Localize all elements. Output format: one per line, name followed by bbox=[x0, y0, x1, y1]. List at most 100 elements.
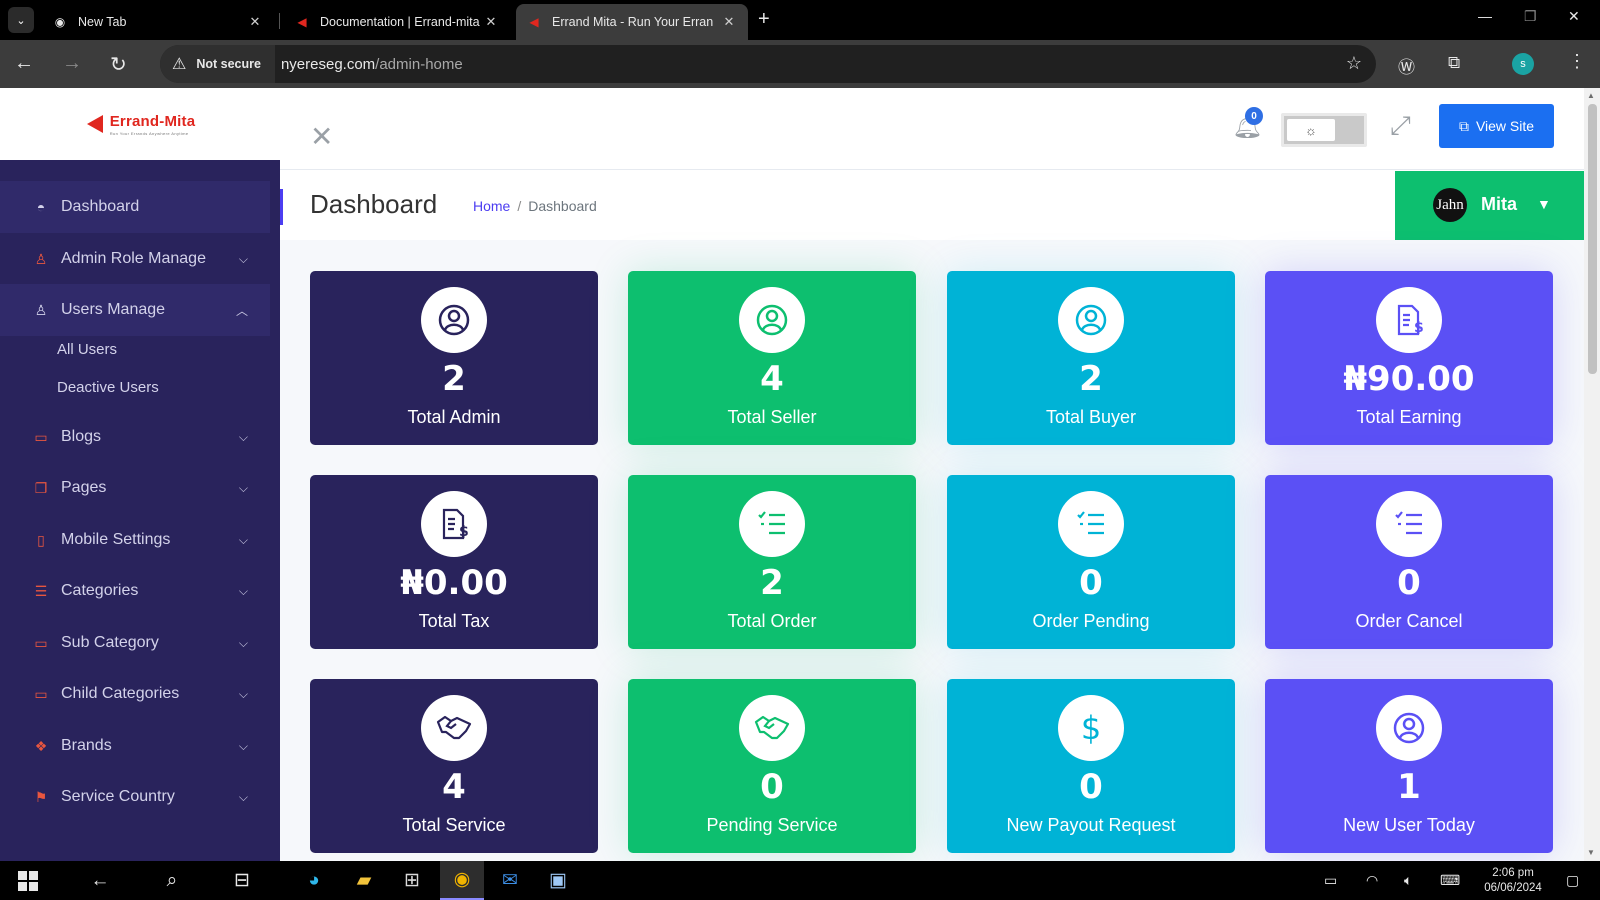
url-text[interactable]: nyereseg.com/admin-home bbox=[281, 56, 463, 73]
new-tab-plus-icon[interactable]: + bbox=[758, 8, 770, 31]
sidebar-item-dashboard[interactable]: ◓ Dashboard bbox=[0, 181, 270, 233]
external-link-icon: ⧉ bbox=[1458, 117, 1469, 134]
stat-card-total-buyer[interactable]: 2 Total Buyer bbox=[947, 271, 1235, 445]
stat-card-total-tax[interactable]: $ ₦0.00 Total Tax bbox=[310, 475, 598, 649]
errand-mita-favicon-icon: ◀ bbox=[297, 15, 307, 29]
breadcrumb-separator: / bbox=[517, 198, 522, 214]
stat-card-order-cancel[interactable]: 0 Order Cancel bbox=[1265, 475, 1553, 649]
task-view-icon[interactable]: ⊟ bbox=[220, 861, 264, 900]
sidebar-item-users-manage[interactable]: ♙ Users Manage ︿ bbox=[0, 284, 270, 336]
sidebar-item-admin-role-manage[interactable]: ♙ Admin Role Manage ⌵ bbox=[0, 233, 270, 285]
browser-menu-icon[interactable]: ⋮ bbox=[1568, 51, 1586, 72]
search-icon[interactable]: ⌕ bbox=[150, 861, 194, 900]
close-tab-icon[interactable]: ✕ bbox=[482, 14, 500, 30]
back-arrow-icon[interactable]: ← bbox=[14, 52, 34, 75]
stat-card-new-user-today[interactable]: 1 New User Today bbox=[1265, 679, 1553, 853]
scroll-up-arrow-icon[interactable]: ▲ bbox=[1587, 91, 1595, 100]
view-site-button[interactable]: ⧉ View Site bbox=[1439, 104, 1554, 148]
wifi-icon[interactable]: ◠ bbox=[1366, 872, 1378, 889]
chevron-down-icon: ⌵ bbox=[238, 583, 248, 598]
user-circle-icon bbox=[421, 287, 487, 353]
stat-card-total-earning[interactable]: $ ₦90.00 Total Earning bbox=[1265, 271, 1553, 445]
minimize-icon[interactable]: — bbox=[1478, 8, 1492, 24]
user-circle-icon bbox=[1376, 695, 1442, 761]
sidebar-item-child-categories[interactable]: ▭ Child Categories ⌵ bbox=[0, 668, 270, 720]
sidebar-item-service-country[interactable]: ⚑ Service Country ⌵ bbox=[0, 771, 270, 823]
stat-value: 2 bbox=[442, 359, 466, 399]
svg-text:$: $ bbox=[1414, 320, 1424, 336]
scroll-down-arrow-icon[interactable]: ▼ bbox=[1587, 848, 1595, 857]
stat-card-total-seller[interactable]: 4 Total Seller bbox=[628, 271, 916, 445]
file-explorer-icon[interactable]: ▰ bbox=[342, 861, 386, 900]
tab-new-tab[interactable]: ◉ New Tab ✕ bbox=[42, 4, 274, 40]
chevron-down-icon: ⌵ bbox=[238, 635, 248, 650]
sidebar-subitem-all-users[interactable]: All Users bbox=[57, 341, 117, 358]
back-arrow-icon[interactable]: ← bbox=[78, 861, 122, 900]
sidebar-item-mobile-settings[interactable]: ▯ Mobile Settings ⌵ bbox=[0, 514, 270, 566]
fullscreen-expand-icon[interactable]: ⤢ bbox=[1390, 110, 1411, 142]
sidebar-subitem-deactive-users[interactable]: Deactive Users bbox=[57, 379, 159, 396]
tab-documentation[interactable]: ◀ Documentation | Errand-mita ✕ bbox=[284, 4, 510, 40]
stat-card-total-order[interactable]: 2 Total Order bbox=[628, 475, 916, 649]
restore-icon[interactable]: ❐ bbox=[1524, 8, 1537, 25]
stat-value: 4 bbox=[442, 767, 466, 807]
window-close-icon[interactable]: ✕ bbox=[1568, 8, 1580, 25]
sidebar-item-blogs[interactable]: ▭ Blogs ⌵ bbox=[0, 411, 270, 463]
sidebar-close-icon[interactable]: ✕ bbox=[310, 120, 333, 153]
stat-card-order-pending[interactable]: 0 Order Pending bbox=[947, 475, 1235, 649]
sidebar-item-sub-category[interactable]: ▭ Sub Category ⌵ bbox=[0, 617, 270, 669]
notifications-icon[interactable]: ▢ bbox=[1566, 872, 1579, 889]
dashboard-gauge-icon: ◓ bbox=[36, 199, 46, 215]
reload-icon[interactable]: ↻ bbox=[110, 52, 127, 77]
tab-errand-mita[interactable]: ◀ Errand Mita - Run Your Erran ✕ bbox=[516, 4, 748, 40]
sidebar-item-pages[interactable]: ❐ Pages ⌵ bbox=[0, 462, 270, 514]
mail-icon[interactable]: ✉ bbox=[488, 861, 532, 900]
stat-value: 0 bbox=[1397, 563, 1421, 603]
stat-value: ₦90.00 bbox=[1343, 359, 1475, 399]
profile-avatar[interactable]: s bbox=[1512, 53, 1534, 75]
battery-icon[interactable]: ▭ bbox=[1324, 872, 1337, 889]
tab-search-chevron-icon[interactable]: ⌄ bbox=[8, 7, 34, 33]
checklist-icon bbox=[1058, 491, 1124, 557]
site-security-chip[interactable]: ⚠ Not secure bbox=[160, 45, 275, 83]
keyboard-icon[interactable]: ⌨ bbox=[1440, 872, 1460, 889]
forward-arrow-icon[interactable]: → bbox=[62, 52, 82, 75]
pages-icon: ❐ bbox=[34, 479, 48, 496]
user-menu[interactable]: Jahn Mita ▼ bbox=[1395, 171, 1584, 240]
system-clock[interactable]: 2:06 pm 06/06/2024 bbox=[1478, 866, 1548, 896]
windows-taskbar: ← ⌕ ⊟ ◕ ▰ ⊞ ◉ ✉ ▣ ▭ ◠ 🔈︎ ⌨ 2:06 pm 06/06… bbox=[0, 861, 1600, 900]
stat-card-new-payout-request[interactable]: $ 0 New Payout Request bbox=[947, 679, 1235, 853]
stat-card-pending-service[interactable]: 0 Pending Service bbox=[628, 679, 916, 853]
site-logo[interactable]: Errand-Mita Run Your Errands Anywhere An… bbox=[0, 88, 280, 160]
sidebar-item-brands[interactable]: ❖ Brands ⌵ bbox=[0, 720, 270, 772]
stat-card-total-service[interactable]: 4 Total Service bbox=[310, 679, 598, 853]
speaker-icon[interactable]: 🔈︎ bbox=[1404, 872, 1412, 889]
stat-value: 2 bbox=[760, 563, 784, 603]
browser-toolbar: ← → ↻ ⚠ Not secure nyereseg.com/admin-ho… bbox=[0, 40, 1600, 88]
microsoft-store-icon[interactable]: ⊞ bbox=[390, 861, 434, 900]
browser-tab-strip: ⌄ ◉ New Tab ✕ ◀ Documentation | Errand-m… bbox=[0, 0, 1600, 40]
svg-text:$: $ bbox=[459, 524, 469, 540]
wordpress-extension-icon[interactable]: Ⓦ bbox=[1398, 53, 1415, 78]
stat-value: 2 bbox=[1079, 359, 1103, 399]
sidebar-item-label: Blogs bbox=[61, 428, 102, 445]
tab-title: Errand Mita - Run Your Erran bbox=[552, 15, 714, 29]
sidebar-item-categories[interactable]: ☰ Categories ⌵ bbox=[0, 565, 270, 617]
edge-browser-icon[interactable]: ◕ bbox=[292, 861, 336, 900]
windows-start-icon[interactable] bbox=[6, 861, 50, 900]
theme-toggle[interactable]: ☼ bbox=[1281, 113, 1367, 147]
tab-title: New Tab bbox=[78, 15, 127, 29]
breadcrumb: Home / Dashboard bbox=[473, 198, 597, 214]
chrome-taskbar-icon[interactable]: ◉ bbox=[440, 861, 484, 900]
address-bar[interactable]: ⚠ Not secure nyereseg.com/admin-home ☆ bbox=[160, 45, 1376, 83]
close-tab-icon[interactable]: ✕ bbox=[246, 14, 264, 30]
close-tab-icon[interactable]: ✕ bbox=[720, 14, 738, 30]
stat-card-total-admin[interactable]: 2 Total Admin bbox=[310, 271, 598, 445]
extensions-puzzle-icon[interactable]: ⧉ bbox=[1448, 53, 1460, 73]
bookmark-star-icon[interactable]: ☆ bbox=[1346, 53, 1362, 74]
remote-desktop-icon[interactable]: ▣ bbox=[536, 861, 580, 900]
breadcrumb-home-link[interactable]: Home bbox=[473, 198, 510, 214]
scrollbar-thumb[interactable] bbox=[1588, 104, 1597, 374]
clock-time: 2:06 pm bbox=[1492, 867, 1534, 879]
page-scrollbar[interactable]: ▲ ▼ bbox=[1584, 88, 1600, 861]
